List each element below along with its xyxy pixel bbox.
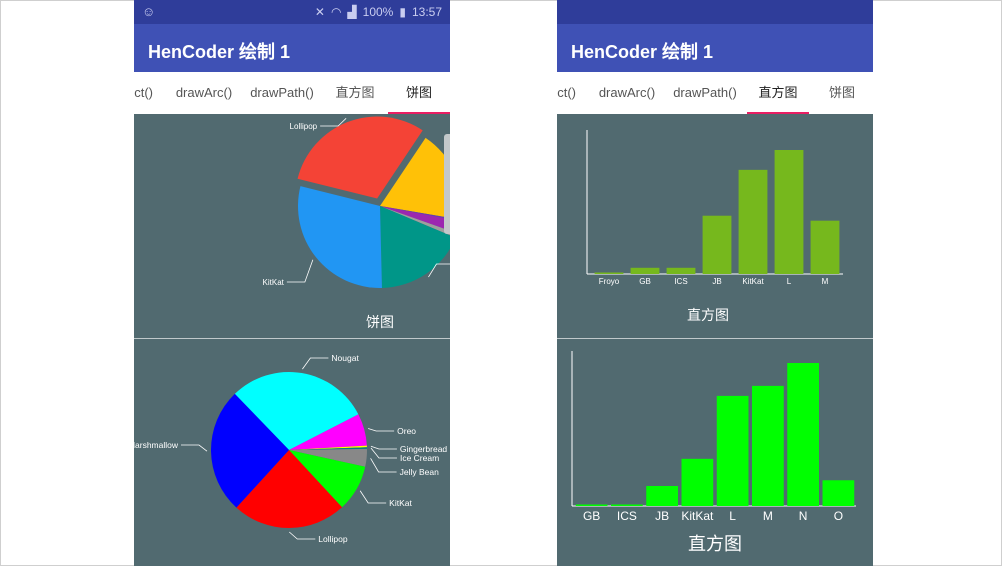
tick-label-l: L (729, 509, 736, 523)
tick-label-jb: JB (655, 509, 669, 523)
notification-icon: ☺ (142, 4, 156, 19)
pie-chart-top: LollipopMarshmallowFroyoGingerbreadIce C… (263, 116, 450, 330)
tab-drawrect[interactable]: ect() (557, 72, 583, 114)
tab-drawpath[interactable]: drawPath() (242, 72, 322, 114)
bar-caption: 直方图 (687, 307, 729, 323)
bar-gb (630, 267, 660, 274)
tick-label-kitkat: KitKat (681, 509, 714, 523)
pie-label-lollipop: Lollipop (290, 122, 318, 131)
battery-level: 100% (362, 5, 394, 19)
status-bar: ☺ ✕ ◠ ▟ 100% ▮ 13:57 (134, 0, 450, 24)
histogram-view-bottom: GB ICS JB KitKat L M N O 直方图 (557, 339, 873, 566)
battery-icon: ▮ (399, 5, 406, 19)
bar-jb (702, 215, 732, 274)
tick-label-ics: ICS (617, 509, 637, 523)
pie-leader-kitkat (359, 490, 387, 504)
histogram-view-top: Froyo GB ICS JB KitKat L M 直方图 (557, 114, 873, 338)
bar-chart-bottom: GB ICS JB KitKat L M N O 直方图 (571, 351, 856, 554)
tab-drawpath[interactable]: drawPath() (665, 72, 745, 114)
tick-label-froyo: Froyo (599, 277, 620, 286)
tab-drawarc[interactable]: drawArc() (164, 72, 244, 114)
scroll-handle[interactable] (444, 134, 450, 234)
bar-caption: 直方图 (688, 534, 742, 554)
bar-jb (646, 485, 678, 506)
pie-label-jelly-bean: Jelly Bean (400, 467, 439, 477)
app-title: HenCoder 绘制 1 (134, 24, 450, 72)
pie-slice-kitkat (298, 186, 382, 288)
tick-label-ics: ICS (674, 277, 687, 286)
bar-kitkat (681, 458, 714, 506)
app-title-right: HenCoder 绘制 1 (557, 24, 873, 72)
tick-label-jb: JB (712, 277, 721, 286)
bar-ics (666, 267, 696, 274)
pie-chart-bottom: NougatOreoGingerbreadIce CreamJelly Bean… (134, 353, 447, 544)
bar-froyo (594, 272, 624, 274)
pie-label-kitkat: KitKat (263, 278, 285, 287)
pie-leader-nougat (302, 357, 329, 370)
tick-label-gb: GB (639, 277, 651, 286)
pie-leader-lollipop (289, 531, 316, 540)
tick-label-kitkat: KitKat (742, 277, 764, 286)
bar-m (810, 220, 840, 274)
tab-drawrect[interactable]: ect() (134, 72, 160, 114)
tab-bar-right: ect() drawArc() drawPath() 直方图 饼图 (557, 72, 873, 114)
tick-label-m: M (763, 509, 773, 523)
clock: 13:57 (411, 5, 442, 19)
tab-histogram[interactable]: 直方图 (324, 72, 386, 114)
pie-leader-ice-cream (370, 447, 397, 459)
tick-label-m: M (822, 277, 829, 286)
pie-leader-oreo (368, 428, 395, 432)
tab-drawarc[interactable]: drawArc() (587, 72, 667, 114)
pie-label-oreo: Oreo (397, 426, 416, 436)
tick-label-gb: GB (583, 509, 600, 523)
tick-label-l: L (787, 277, 792, 286)
pie-leader-kitkat (286, 259, 314, 283)
bar-chart-top: Froyo GB ICS JB KitKat L M 直方图 (586, 130, 843, 323)
bar-kitkat (738, 169, 768, 274)
pie-leader-jelly-bean (370, 458, 397, 473)
pie-leader-gingerbread (370, 445, 397, 450)
bar-o (822, 480, 855, 506)
tab-pie[interactable]: 饼图 (388, 72, 450, 114)
bar-gb (575, 504, 608, 506)
pie-label-ice-cream: Ice Cream (400, 453, 439, 463)
wifi-icon: ◠ (330, 5, 342, 19)
tick-label-o: O (834, 509, 843, 523)
pie-label-lollipop: Lollipop (318, 534, 348, 544)
tab-histogram[interactable]: 直方图 (747, 72, 809, 114)
pie-label-marshmallow: Marshmallow (134, 440, 179, 450)
pie-view-bottom: Nougat Oreo Gingerbread Ice Cream Jelly Bean… (134, 339, 450, 566)
tab-bar: ect() drawArc() drawPath() 直方图 饼图 (134, 72, 450, 114)
pie-leader-marshmallow (181, 444, 208, 452)
pie-label-kitkat: KitKat (389, 498, 412, 508)
tab-pie[interactable]: 饼图 (811, 72, 873, 114)
bar-n (787, 363, 819, 506)
pie-view-top: LollipopMarshmallowFroyoGingerbreadIce C… (134, 114, 450, 338)
signal-icon: ▟ (347, 5, 357, 19)
bar-l (716, 395, 749, 506)
right-phone-screen: HenCoder 绘制 1 ect() drawArc() drawPath()… (557, 0, 873, 566)
pie-caption: 饼图 (366, 314, 394, 330)
status-bar-right (557, 0, 873, 24)
left-phone-screen: ☺ ✕ ◠ ▟ 100% ▮ 13:57 HenCoder 绘制 1 ect()… (134, 0, 450, 566)
pie-label-nougat: Nougat (331, 353, 359, 363)
mute-icon: ✕ (314, 5, 325, 19)
bar-ics (611, 504, 643, 506)
tick-label-n: N (799, 509, 808, 523)
bar-l (774, 150, 804, 274)
bar-m (752, 385, 784, 506)
